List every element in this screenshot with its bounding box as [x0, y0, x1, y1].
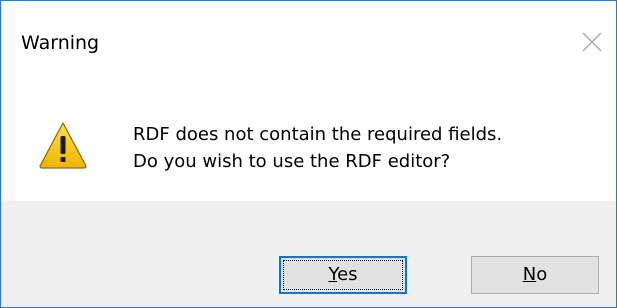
yes-button-label: Yes	[328, 264, 358, 285]
message-line: RDF does not contain the required fields…	[133, 124, 503, 145]
close-icon	[582, 32, 602, 52]
no-button[interactable]: No	[471, 256, 599, 294]
button-bar: Yes No	[1, 201, 616, 307]
dialog-message: RDF does not contain the required fields…	[133, 121, 502, 175]
dialog-content: RDF does not contain the required fields…	[1, 89, 616, 201]
close-button[interactable]	[570, 19, 616, 65]
title-bar: Warning	[1, 1, 616, 89]
no-button-label: No	[522, 264, 548, 285]
dialog-title: Warning	[21, 32, 100, 54]
warning-triangle-icon	[39, 122, 87, 169]
warning-dialog: Warning RDF does not contain the require…	[0, 0, 617, 308]
message-line: Do you wish to use the RDF editor?	[133, 151, 451, 172]
yes-button[interactable]: Yes	[279, 256, 407, 294]
